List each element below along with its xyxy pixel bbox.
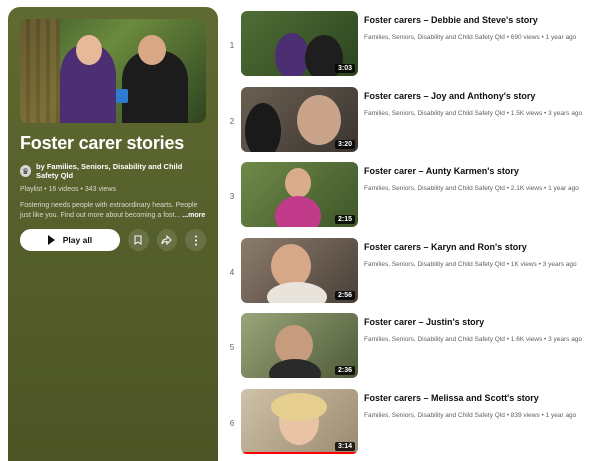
more-actions-button[interactable] bbox=[185, 229, 206, 251]
thumbnail-figure bbox=[269, 359, 321, 378]
thumbnail-figure bbox=[297, 94, 341, 145]
playlist-meta: Playlist • 16 videos • 343 views bbox=[20, 186, 116, 193]
channel-avatar-icon[interactable]: ♛ bbox=[20, 165, 31, 177]
thumbnail-figure bbox=[275, 196, 321, 227]
video-info: Foster carers – Debbie and Steve's story… bbox=[364, 11, 576, 87]
playlist-video-list: 1 3:03 Foster carers – Debbie and Steve'… bbox=[224, 11, 596, 461]
video-info: Foster carers – Melissa and Scott's stor… bbox=[364, 389, 576, 461]
thumbnail-figure bbox=[275, 33, 309, 76]
save-icon bbox=[134, 235, 142, 245]
video-index: 3 bbox=[229, 192, 235, 201]
watch-progress-bar bbox=[241, 451, 358, 454]
playlist-actions: Play all bbox=[20, 229, 206, 251]
video-info: Foster carer – Aunty Karmen's story Fami… bbox=[364, 162, 579, 238]
playlist-video-item[interactable]: 5 2:36 Foster carer – Justin's story Fam… bbox=[224, 313, 596, 389]
video-title[interactable]: Foster carer – Justin's story bbox=[364, 317, 582, 327]
video-duration: 3:14 bbox=[334, 441, 355, 451]
cover-mug bbox=[116, 89, 128, 103]
video-title[interactable]: Foster carers – Joy and Anthony's story bbox=[364, 91, 582, 101]
video-duration: 2:36 bbox=[334, 366, 355, 375]
cover-person-woman-head bbox=[76, 35, 102, 65]
video-info: Foster carers – Joy and Anthony's story … bbox=[364, 87, 582, 163]
play-all-label: Play all bbox=[62, 235, 93, 245]
video-title[interactable]: Foster carers – Melissa and Scott's stor… bbox=[364, 393, 576, 403]
video-meta: Families, Seniors, Disability and Child … bbox=[364, 411, 577, 419]
playlist-video-item[interactable]: 4 2:56 Foster carers – Karyn and Ron's s… bbox=[224, 237, 596, 314]
video-meta: Families, Seniors, Disability and Child … bbox=[364, 260, 577, 268]
video-thumbnail[interactable]: 2:15 bbox=[241, 162, 358, 227]
video-duration: 3:20 bbox=[334, 139, 355, 149]
video-duration: 2:15 bbox=[334, 215, 355, 224]
video-index: 5 bbox=[229, 343, 235, 352]
video-meta: Families, Seniors, Disability and Child … bbox=[364, 34, 577, 41]
video-thumbnail[interactable]: 3:14 bbox=[241, 388, 358, 454]
thumbnail-figure bbox=[245, 102, 281, 152]
video-index: 4 bbox=[229, 267, 235, 277]
playlist-title: Foster carer stories bbox=[20, 133, 185, 153]
playlist-cover-image[interactable] bbox=[20, 19, 206, 123]
video-meta: Families, Seniors, Disability and Child … bbox=[364, 336, 583, 343]
video-thumbnail[interactable]: 2:56 bbox=[241, 237, 358, 303]
thumbnail-figure bbox=[271, 392, 327, 421]
save-button[interactable] bbox=[127, 229, 149, 251]
thumbnail-figure bbox=[271, 243, 311, 288]
cover-background bbox=[20, 19, 60, 123]
playlist-description: Fostering needs people with extraordinar… bbox=[20, 201, 206, 221]
video-info: Foster carers – Karyn and Ron's story Fa… bbox=[364, 238, 577, 314]
play-all-button[interactable]: Play all bbox=[20, 229, 120, 251]
video-duration: 2:56 bbox=[334, 290, 355, 300]
video-thumbnail[interactable]: 3:03 bbox=[241, 11, 358, 76]
video-info: Foster carer – Justin's story Families, … bbox=[364, 313, 582, 389]
playlist-header-panel: Foster carer stories ♛ by Families, Seni… bbox=[8, 7, 218, 461]
cover-person-man-head bbox=[138, 35, 166, 65]
video-duration: 3:03 bbox=[334, 64, 355, 73]
more-icon bbox=[194, 235, 197, 245]
video-index: 1 bbox=[229, 41, 235, 50]
video-meta: Families, Seniors, Disability and Child … bbox=[364, 185, 579, 192]
video-thumbnail[interactable]: 2:36 bbox=[241, 313, 358, 378]
playlist-owner[interactable]: ♛ by Families, Seniors, Disability and C… bbox=[20, 162, 206, 180]
video-title[interactable]: Foster carer – Aunty Karmen's story bbox=[364, 166, 579, 176]
playlist-video-item[interactable]: 2 3:20 Foster carers – Joy and Anthony's… bbox=[224, 86, 596, 163]
description-text: Fostering needs people with extraordinar… bbox=[20, 202, 198, 219]
video-meta: Families, Seniors, Disability and Child … bbox=[364, 109, 583, 117]
thumbnail-figure bbox=[285, 168, 311, 198]
video-title[interactable]: Foster carers – Karyn and Ron's story bbox=[364, 242, 577, 252]
share-icon bbox=[161, 235, 173, 245]
play-icon bbox=[47, 235, 55, 245]
playlist-video-item[interactable]: 1 3:03 Foster carers – Debbie and Steve'… bbox=[224, 11, 596, 87]
thumbnail-figure bbox=[267, 281, 327, 303]
video-thumbnail[interactable]: 3:20 bbox=[241, 86, 358, 152]
description-more-link[interactable]: ...more bbox=[182, 212, 205, 219]
owner-name[interactable]: by Families, Seniors, Disability and Chi… bbox=[36, 162, 206, 180]
playlist-video-item[interactable]: 3 2:15 Foster carer – Aunty Karmen's sto… bbox=[224, 162, 596, 238]
share-button[interactable] bbox=[156, 229, 178, 251]
video-index: 6 bbox=[229, 418, 235, 428]
playlist-video-item[interactable]: 6 3:14 Foster carers – Melissa and Scott… bbox=[224, 388, 596, 461]
video-title[interactable]: Foster carers – Debbie and Steve's story bbox=[364, 15, 576, 25]
video-index: 2 bbox=[229, 116, 235, 126]
